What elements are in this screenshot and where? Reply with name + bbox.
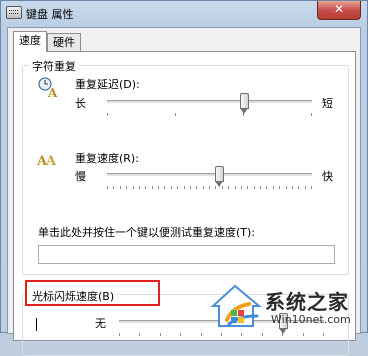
slider-tick	[119, 333, 120, 336]
slider-tick	[177, 186, 178, 189]
slider-tick	[107, 113, 108, 116]
slider-tick	[126, 186, 127, 189]
repeat-delay-label: 重复延迟(D):	[75, 78, 140, 91]
close-button[interactable]: ✕	[317, 1, 361, 20]
repeat-delay-icon: A	[38, 77, 58, 98]
slider-tick	[152, 186, 153, 189]
repeat-delay-ticks	[107, 113, 312, 116]
slider-tick	[164, 186, 165, 189]
cursor-blink-none-label: 无	[95, 317, 106, 330]
watermark-title: 系统之家	[265, 290, 349, 314]
house-logo-icon	[210, 284, 262, 327]
slider-tick	[201, 333, 202, 336]
slider-tick	[113, 186, 114, 189]
repeat-rate-icon: A A	[37, 154, 57, 168]
slider-tick	[203, 186, 204, 189]
repeat-rate-slider[interactable]	[215, 166, 224, 187]
watermark: 系统之家 Win10net.com	[209, 280, 368, 334]
char-repeat-group: 字符重复 A 重复延迟(D): 长 短 A A 重复速度(R): 慢 快 单击此…	[22, 58, 349, 275]
slider-tick	[133, 186, 134, 189]
slider-tick	[139, 186, 140, 189]
slider-tick	[190, 186, 191, 189]
tab-hardware[interactable]: 硬件	[47, 33, 81, 51]
slider-tick	[158, 186, 159, 189]
keyboard-properties-window: 键盘 属性 ✕ 速度 硬件 字符重复 A 重复延迟(D): 长 短 A A 重复…	[0, 0, 368, 356]
slider-tick	[260, 186, 261, 189]
slider-tick	[241, 186, 242, 189]
svg-text:A: A	[47, 86, 58, 98]
repeat-test-label: 单击此处并按住一个键以便测试重复速度(T):	[38, 226, 256, 239]
slider-tick	[266, 186, 267, 189]
slider-tick	[286, 186, 287, 189]
slider-tick	[180, 333, 181, 336]
slider-tick	[292, 186, 293, 189]
repeat-rate-ticks	[107, 186, 312, 189]
slider-tick	[311, 186, 312, 189]
slider-tick	[139, 333, 140, 336]
svg-text:A: A	[45, 154, 57, 168]
slider-tick	[145, 186, 146, 189]
repeat-delay-track	[107, 100, 312, 104]
slider-tick	[254, 186, 255, 189]
slider-tick	[184, 186, 185, 189]
highlight-box	[25, 280, 160, 306]
cursor-preview-icon	[36, 318, 37, 331]
slider-tick	[279, 186, 280, 189]
slider-tick	[235, 186, 236, 189]
repeat-rate-label: 重复速度(R):	[75, 152, 139, 165]
slider-tick	[311, 113, 312, 116]
slider-tick	[298, 186, 299, 189]
keyboard-icon	[6, 6, 22, 19]
repeat-rate-slow-label: 慢	[75, 170, 86, 183]
title-bar[interactable]: 键盘 属性 ✕	[1, 1, 367, 27]
slider-tick	[160, 333, 161, 336]
repeat-delay-long-label: 长	[75, 97, 86, 110]
slider-tick	[196, 186, 197, 189]
slider-tick	[273, 186, 274, 189]
slider-tick	[305, 186, 306, 189]
repeat-rate-track	[107, 173, 312, 177]
repeat-delay-slider[interactable]	[240, 93, 249, 114]
window-title: 键盘 属性	[26, 8, 74, 21]
char-repeat-title: 字符重复	[29, 58, 79, 74]
tab-speed[interactable]: 速度	[13, 31, 47, 52]
slider-tick	[228, 186, 229, 189]
watermark-url: Win10net.com	[271, 313, 351, 326]
repeat-delay-short-label: 短	[322, 97, 333, 110]
slider-tick	[175, 113, 176, 116]
repeat-test-input[interactable]	[38, 245, 335, 264]
repeat-rate-fast-label: 快	[322, 170, 333, 183]
slider-tick	[120, 186, 121, 189]
slider-tick	[171, 186, 172, 189]
slider-tick	[247, 186, 248, 189]
slider-tick	[107, 186, 108, 189]
slider-tick	[209, 186, 210, 189]
